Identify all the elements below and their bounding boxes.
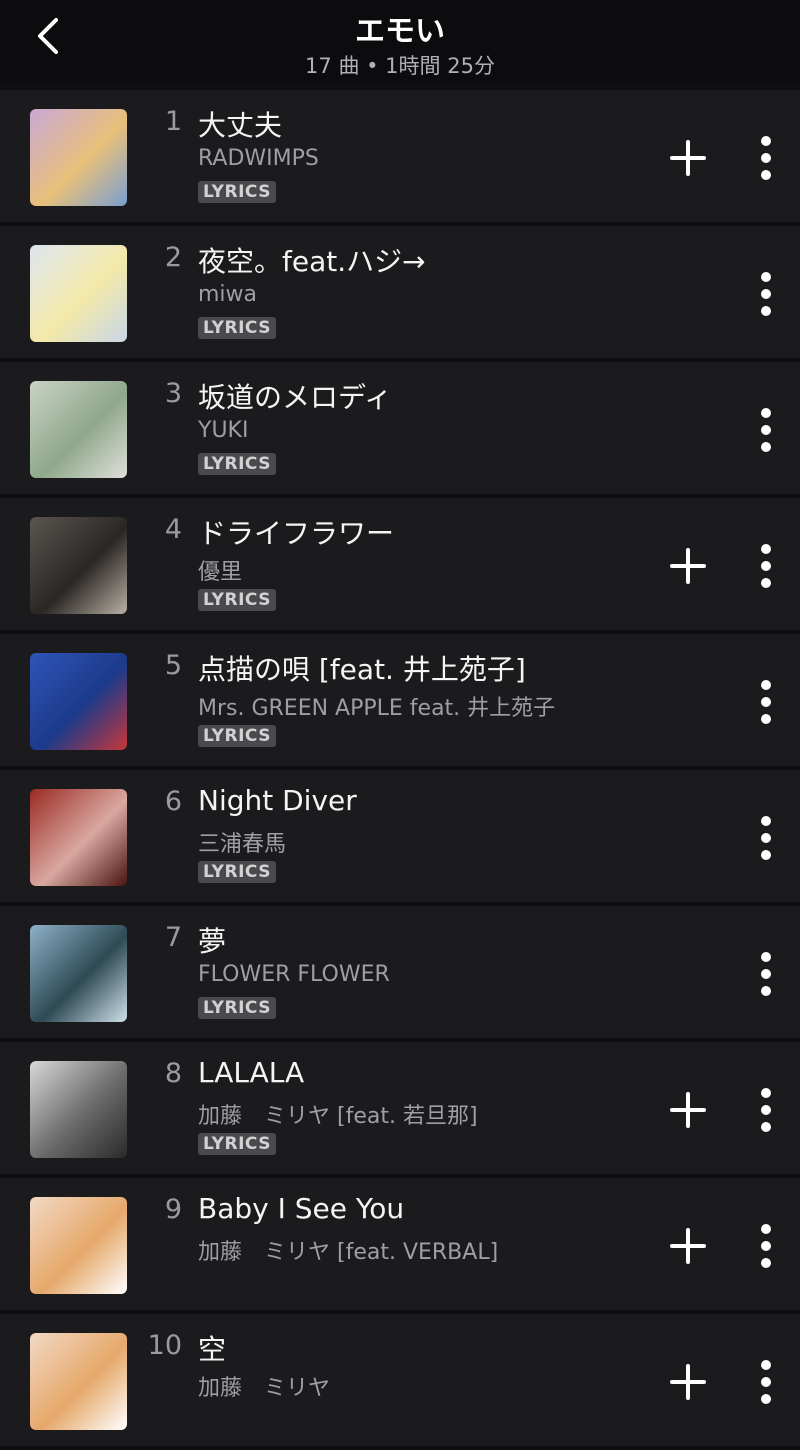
lyrics-badge: LYRICS — [198, 861, 276, 883]
track-artist[interactable]: miwa — [198, 282, 257, 307]
lyrics-badge: LYRICS — [198, 725, 276, 747]
track-number: 9 — [164, 1194, 182, 1225]
track-row[interactable]: 8 LALALA 加藤 ミリヤ [feat. 若旦那] LYRICS — [0, 1042, 800, 1174]
track-artist[interactable]: YUKI — [198, 418, 248, 443]
plus-icon[interactable] — [668, 546, 708, 586]
plus-icon[interactable] — [668, 138, 708, 178]
more-vertical-icon[interactable] — [756, 678, 776, 726]
playlist-title: エモい — [355, 14, 445, 49]
track-number: 10 — [147, 1330, 182, 1361]
plus-icon[interactable] — [668, 1362, 708, 1402]
track-number: 1 — [164, 106, 182, 137]
album-art[interactable] — [30, 1197, 127, 1294]
more-vertical-icon[interactable] — [756, 270, 776, 318]
track-row[interactable]: 1 大丈夫 RADWIMPS LYRICS — [0, 90, 800, 222]
track-title: Night Diver — [198, 784, 357, 817]
playlist-header: エモい 17 曲 • 1時間 25分 — [0, 0, 800, 82]
more-vertical-icon[interactable] — [756, 1222, 776, 1270]
track-row[interactable]: 3 坂道のメロディ YUKI LYRICS — [0, 362, 800, 494]
more-vertical-icon[interactable] — [756, 1086, 776, 1134]
track-number: 5 — [164, 650, 182, 681]
album-art[interactable] — [30, 245, 127, 342]
album-art[interactable] — [30, 517, 127, 614]
track-title: 夜空。feat.ハジ→ — [198, 245, 426, 278]
track-title: Baby I See You — [198, 1192, 405, 1225]
track-row[interactable]: 5 点描の唄 [feat. 井上苑子] Mrs. GREEN APPLE feat.… — [0, 634, 800, 766]
album-art[interactable] — [30, 109, 127, 206]
plus-icon[interactable] — [668, 1090, 708, 1130]
more-vertical-icon[interactable] — [756, 1358, 776, 1406]
track-row[interactable]: 9 Baby I See You 加藤 ミリヤ [feat. VERBAL] — [0, 1178, 800, 1310]
track-artist[interactable]: 加藤 ミリヤ — [198, 1370, 330, 1402]
track-artist[interactable]: 三浦春馬 — [198, 826, 286, 858]
album-art[interactable] — [30, 925, 127, 1022]
album-art[interactable] — [30, 1333, 127, 1430]
track-artist[interactable]: 加藤 ミリヤ [feat. VERBAL] — [198, 1234, 498, 1266]
track-number: 3 — [164, 378, 182, 409]
more-vertical-icon[interactable] — [756, 814, 776, 862]
track-row[interactable]: 2 夜空。feat.ハジ→ miwa LYRICS — [0, 226, 800, 358]
track-artist[interactable]: RADWIMPS — [198, 146, 319, 171]
track-title: 大丈夫 — [198, 109, 283, 142]
track-artist[interactable]: FLOWER FLOWER — [198, 962, 390, 987]
more-vertical-icon[interactable] — [756, 406, 776, 454]
track-title: ドライフラワー — [198, 517, 395, 550]
lyrics-badge: LYRICS — [198, 589, 276, 611]
lyrics-badge: LYRICS — [198, 317, 276, 339]
track-title: 坂道のメロディ — [198, 381, 393, 414]
track-title: 夢 — [198, 925, 227, 958]
track-artist[interactable]: 優里 — [198, 554, 242, 586]
album-art[interactable] — [30, 381, 127, 478]
more-vertical-icon[interactable] — [756, 950, 776, 998]
track-row[interactable]: 10 空加藤 ミリヤ — [0, 1314, 800, 1446]
lyrics-badge: LYRICS — [198, 453, 276, 475]
track-number: 6 — [164, 786, 182, 817]
track-list: 1 大丈夫 RADWIMPS LYRICS 2 夜空。feat.ハジ→ miwa LYRICS… — [0, 90, 800, 1450]
track-row[interactable]: 6 Night Diver 三浦春馬 LYRICS — [0, 770, 800, 902]
plus-icon[interactable] — [668, 1226, 708, 1266]
lyrics-badge: LYRICS — [198, 181, 276, 203]
track-number: 4 — [164, 514, 182, 545]
track-row[interactable]: 7 夢 FLOWER FLOWER LYRICS — [0, 906, 800, 1038]
lyrics-badge: LYRICS — [198, 997, 276, 1019]
playlist-summary: 17 曲 • 1時間 25分 — [305, 54, 495, 78]
more-vertical-icon[interactable] — [756, 542, 776, 590]
track-row[interactable]: 4 ドライフラワー 優里 LYRICS — [0, 498, 800, 630]
track-artist[interactable]: Mrs. GREEN APPLE feat. 井上苑子 — [198, 690, 555, 722]
track-title: 空 — [198, 1333, 227, 1366]
track-number: 7 — [164, 922, 182, 953]
track-title: 点描の唄 [feat. 井上苑子] — [198, 653, 526, 686]
lyrics-badge: LYRICS — [198, 1133, 276, 1155]
track-number: 2 — [164, 242, 182, 273]
album-art[interactable] — [30, 1061, 127, 1158]
album-art[interactable] — [30, 653, 127, 750]
track-artist[interactable]: 加藤 ミリヤ [feat. 若旦那] — [198, 1098, 478, 1130]
album-art[interactable] — [30, 789, 127, 886]
more-vertical-icon[interactable] — [756, 134, 776, 182]
track-title: LALALA — [198, 1056, 305, 1089]
track-number: 8 — [164, 1058, 182, 1089]
